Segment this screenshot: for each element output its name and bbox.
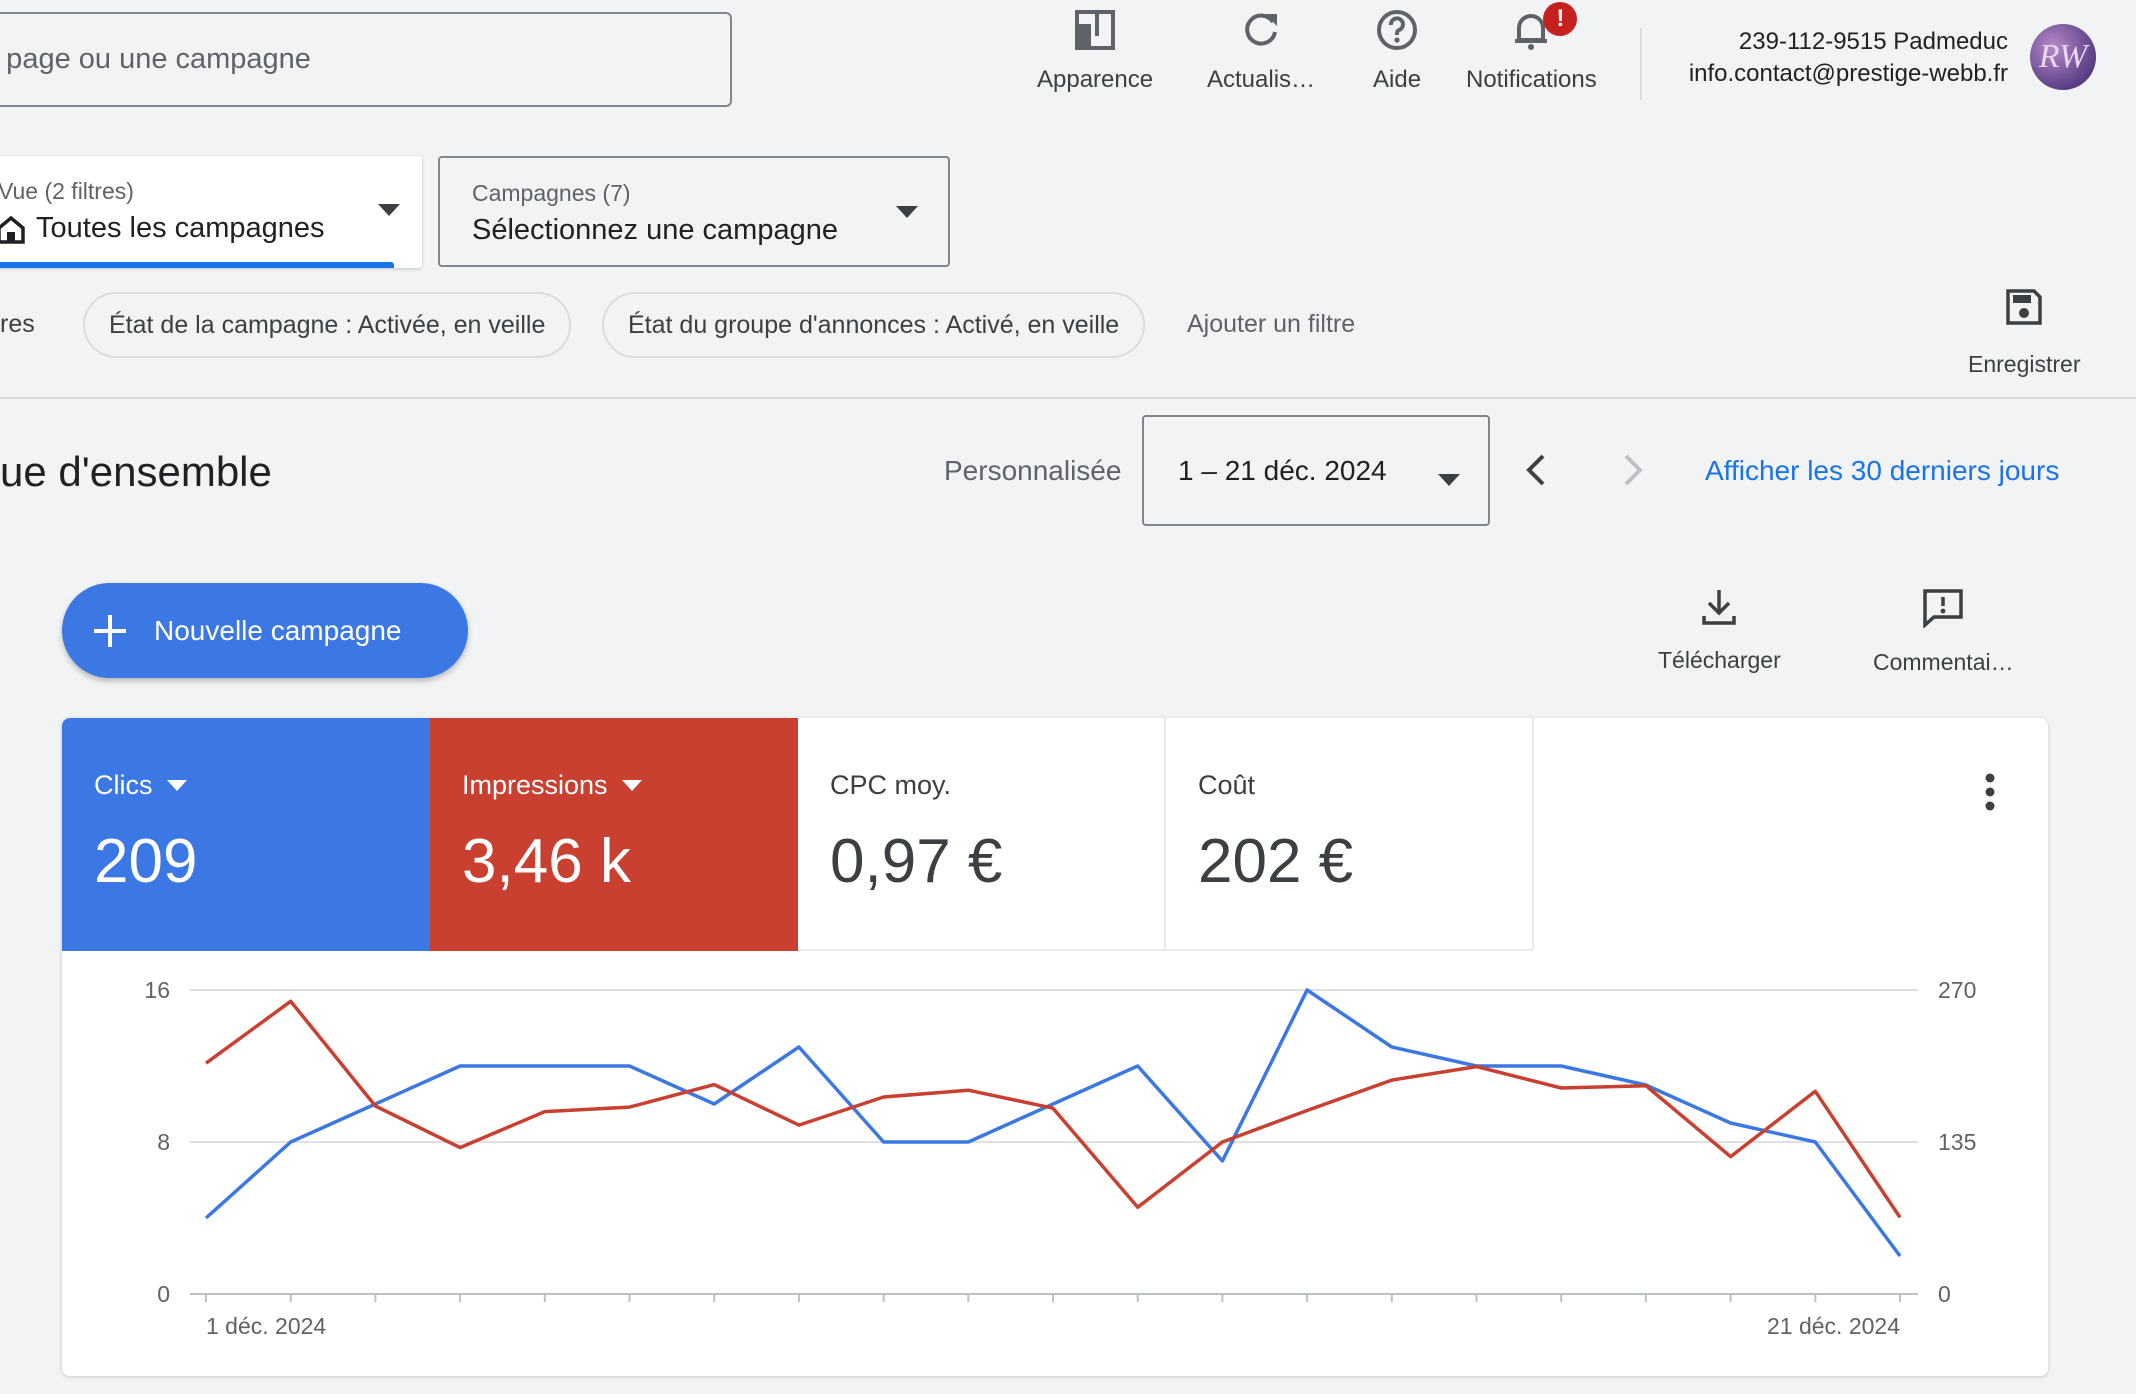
appearance-label: Apparence (1037, 66, 1154, 93)
x-tick-label: 1 déc. 2024 (206, 1313, 326, 1339)
performance-chart: 0 8 16 0 135 270 1 déc. 2024 21 déc. 2024 (144, 977, 1976, 1339)
save-label: Enregistrer (1968, 351, 2081, 377)
view-selector-label: Vue (2 filtres) (0, 178, 134, 204)
x-tick-label: 21 déc. 2024 (1767, 1313, 1900, 1339)
last-30-days-link[interactable]: Afficher les 30 derniers jours (1705, 455, 2059, 487)
notification-badge: ! (1543, 2, 1578, 36)
filter-truncated-label[interactable]: res (0, 310, 35, 339)
new-campaign-button[interactable]: Nouvelle campagne (62, 583, 468, 678)
refresh-label: Actualis… (1207, 66, 1316, 93)
account-email: info.contact@prestige-webb.fr (1688, 60, 2008, 87)
page-title: ue d'ensemble (0, 448, 272, 495)
refresh-icon (1237, 6, 1285, 54)
view-selector-value: Toutes les campagnes (36, 212, 325, 244)
bell-icon: ! (1507, 2, 1578, 54)
date-range-selector[interactable]: 1 – 21 déc. 2024 (1142, 415, 1490, 526)
y-right-tick-label: 270 (1938, 977, 1976, 1003)
search-input[interactable] (0, 43, 730, 76)
caret-down-icon (1438, 463, 1460, 495)
chevron-right-icon[interactable] (1612, 450, 1652, 490)
feedback-icon (1922, 588, 1964, 633)
download-label: Télécharger (1658, 647, 1781, 673)
view-selector-active-bar (0, 262, 394, 268)
y-right-tick-label: 135 (1938, 1129, 1976, 1155)
campaign-selector[interactable]: Campagnes (7) Sélectionnez une campagne (438, 156, 950, 267)
caret-down-icon (896, 206, 918, 225)
help-button[interactable]: Aide (1373, 6, 1421, 94)
filter-chip-adgroup-status[interactable]: État du groupe d'annonces : Activé, en v… (602, 292, 1146, 358)
metrics-card: Clics 209 Impressions 3,46 k CPC moy. 0,… (62, 718, 2048, 1376)
notifications-label: Notifications (1466, 66, 1597, 93)
chevron-left-icon[interactable] (1517, 450, 1557, 490)
campaign-selector-label: Campagnes (7) (472, 180, 631, 206)
notifications-button[interactable]: ! Notifications (1466, 2, 1597, 94)
date-range-value: 1 – 21 déc. 2024 (1178, 454, 1387, 486)
campaign-selector-value: Sélectionnez une campagne (472, 214, 838, 246)
help-label: Aide (1373, 66, 1422, 93)
series-line-clics (204, 988, 1902, 1258)
save-button[interactable]: Enregistrer (1968, 288, 2080, 378)
add-filter-link[interactable]: Ajouter un filtre (1187, 310, 1355, 339)
y-left-tick-label: 16 (144, 977, 170, 1003)
filter-chip-label: État du groupe d'annonces : Activé, en v… (628, 310, 1120, 339)
series-line-impressions (204, 999, 1902, 1219)
filter-chip-campaign-status[interactable]: État de la campagne : Activée, en veille (83, 292, 572, 358)
account-info[interactable]: 239-112-9515 Padmeduc info.contact@prest… (1660, 26, 2008, 90)
refresh-button[interactable]: Actualis… (1207, 6, 1315, 94)
comments-label: Commentai… (1873, 649, 2014, 675)
google-ads-overview: Apparence Actualis… Aide ! Notifications… (0, 0, 2136, 1394)
filter-chip-label: État de la campagne : Activée, en veille (109, 310, 546, 339)
new-campaign-label: Nouvelle campagne (154, 614, 402, 646)
date-mode-label: Personnalisée (944, 455, 1122, 486)
header-divider (1640, 28, 1642, 100)
avatar[interactable]: RW (2030, 24, 2096, 90)
plus-icon (90, 611, 130, 651)
y-right-tick-label: 0 (1938, 1281, 1951, 1307)
download-icon (1701, 588, 1737, 631)
save-icon (2005, 288, 2043, 331)
filters-divider (0, 397, 2136, 399)
account-phone-name: 239-112-9515 Padmeduc (1738, 28, 2008, 55)
y-left-tick-label: 0 (157, 1281, 170, 1307)
help-icon (1373, 6, 1421, 54)
appearance-button[interactable]: Apparence (1037, 6, 1153, 94)
download-button[interactable]: Télécharger (1658, 588, 1781, 674)
comments-button[interactable]: Commentai… (1873, 588, 2014, 676)
search-box[interactable] (0, 12, 732, 107)
home-icon (0, 214, 26, 249)
caret-down-icon (378, 204, 400, 223)
y-left-tick-label: 8 (157, 1129, 170, 1155)
view-selector[interactable]: Vue (2 filtres) Toutes les campagnes (0, 156, 422, 268)
appearance-icon (1071, 6, 1119, 54)
